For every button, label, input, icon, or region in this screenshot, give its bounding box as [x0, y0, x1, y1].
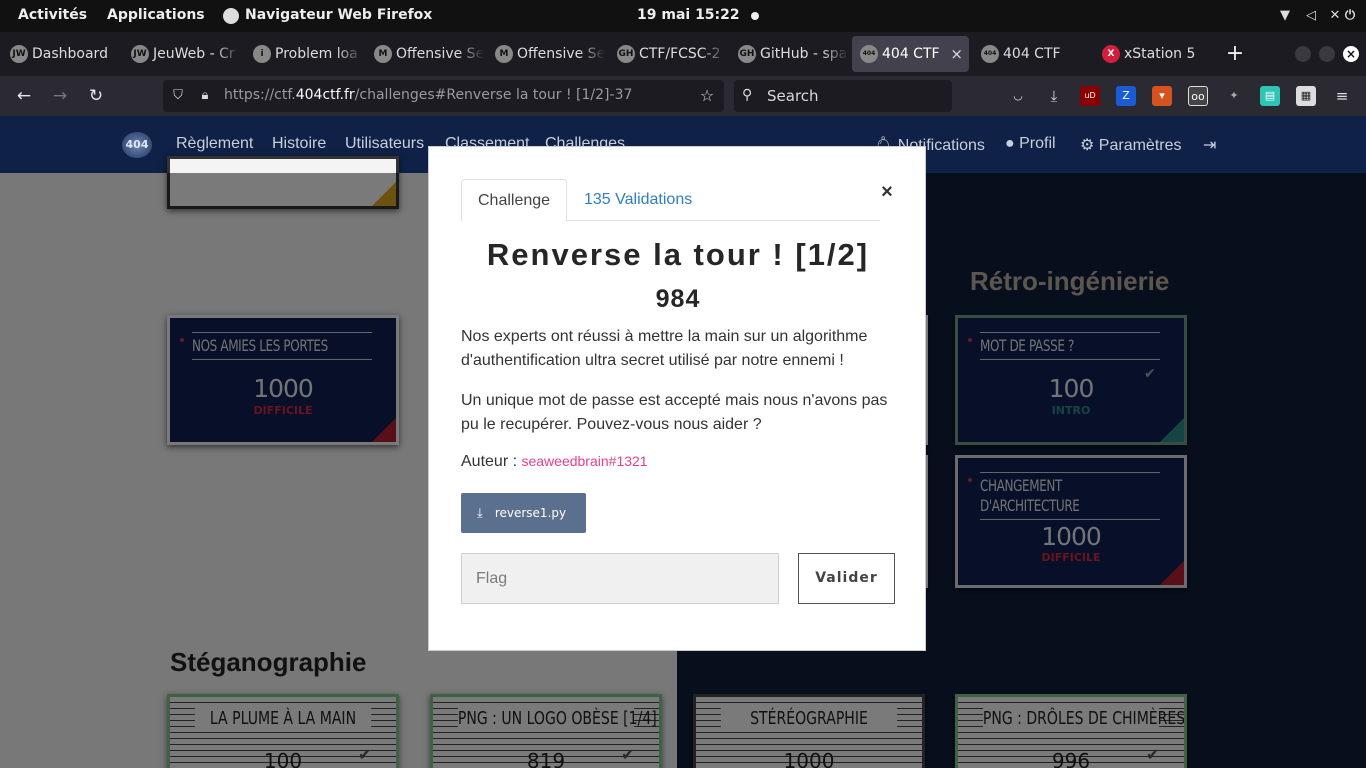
jeuweb-favicon-icon: JW — [10, 45, 28, 63]
tab-problem-loading[interactable]: i Problem loa — [245, 36, 363, 72]
minimize-button[interactable] — [1295, 46, 1311, 62]
tab-label: Dashboard — [32, 46, 108, 62]
extension-z-icon[interactable]: Z — [1116, 86, 1136, 106]
tab-offensive-security-2[interactable]: M Offensive Se — [487, 36, 605, 72]
download-file-button[interactable]: ⤓ reverse1.py — [461, 493, 586, 533]
close-icon[interactable]: × — [878, 181, 896, 203]
tab-validations[interactable]: 135 Validations — [568, 179, 708, 221]
tab-404ctf-active[interactable]: 404 404 CTF × — [852, 36, 969, 72]
404ctf-favicon-icon: 404 — [860, 45, 878, 63]
url-bar[interactable]: ⛉ 🔒︎ https://ctf.404ctf.fr/challenges#Re… — [163, 80, 724, 112]
back-icon[interactable]: ← — [12, 84, 36, 108]
tab-xstation[interactable]: X xStation 5 — [1094, 36, 1212, 72]
nav-reglement[interactable]: Règlement — [176, 135, 253, 153]
lock-icon[interactable]: 🔒︎ — [196, 87, 214, 105]
clock[interactable]: 19 mai 15:22 — [637, 7, 740, 23]
ublock-icon[interactable]: uD — [1080, 86, 1100, 106]
challenge-description-2: Un unique mot de passe est accepté mais … — [461, 392, 888, 433]
tab-label: 404 CTF — [1003, 46, 1061, 62]
app-name-menu[interactable]: Navigateur Web Firefox — [245, 7, 432, 23]
extension-puzzle-icon[interactable]: ✦ — [1224, 86, 1244, 106]
info-icon: i — [253, 45, 271, 63]
search-input[interactable]: Search — [767, 87, 819, 105]
power-icon[interactable]: ⏻ — [1342, 8, 1358, 24]
tab-ctf-fcsc[interactable]: GH CTF/FCSC-2 — [609, 36, 727, 72]
logout-icon[interactable]: ⇥ — [1203, 135, 1216, 155]
wifi-icon[interactable]: ▼ — [1277, 8, 1293, 24]
tab-dashboard[interactable]: JW Dashboard — [2, 36, 120, 72]
user-icon: ● — [1005, 135, 1020, 152]
modal-tabs: Challenge 135 Validations — [461, 179, 880, 222]
tab-label: 404 CTF — [882, 46, 940, 62]
gnome-top-bar: Activités Applications Navigateur Web Fi… — [0, 0, 1366, 32]
nav-utilisateurs[interactable]: Utilisateurs — [345, 135, 424, 153]
notification-dot — [751, 12, 759, 20]
extension-mask-icon[interactable]: oo — [1188, 86, 1208, 106]
challenge-description-1: Nos experts ont réussi à mettre la main … — [461, 328, 868, 369]
404ctf-favicon-icon: 404 — [981, 45, 999, 63]
firefox-icon — [223, 8, 239, 24]
microphone-muted-icon[interactable]: ✕ — [1327, 8, 1343, 24]
download-icon[interactable]: ⤓ — [1044, 86, 1064, 106]
close-window-button[interactable]: × — [1343, 46, 1359, 62]
applications-menu[interactable]: Applications — [107, 7, 205, 23]
challenge-title: Renverse la tour ! [1/2] — [486, 237, 870, 272]
tab-404ctf[interactable]: 404 404 CTF — [973, 36, 1091, 72]
reload-icon[interactable]: ↻ — [84, 84, 108, 108]
offensive-security-favicon-icon: M — [374, 45, 392, 63]
shield-icon[interactable]: ⛉ — [169, 87, 187, 105]
activities-button[interactable]: Activités — [18, 7, 87, 23]
offensive-security-favicon-icon: M — [495, 45, 513, 63]
challenge-points: 984 — [655, 285, 701, 313]
download-icon: ⤓ — [477, 506, 483, 521]
navigation-toolbar: ← → ↻ ⛉ 🔒︎ https://ctf.404ctf.fr/challen… — [0, 76, 1366, 116]
forward-icon[interactable]: → — [48, 84, 72, 108]
url-text[interactable]: https://ctf.404ctf.fr/challenges#Renvers… — [224, 87, 632, 103]
volume-muted-icon[interactable]: ◁ — [1303, 8, 1319, 24]
site-logo[interactable]: 404 — [122, 132, 152, 158]
nav-parametres[interactable]: ⚙ Paramètres — [1080, 135, 1182, 155]
tab-strip: JW Dashboard JW JeuWeb - Cr i Problem lo… — [0, 32, 1366, 76]
github-favicon-icon: GH — [617, 45, 635, 63]
tab-offensive-security-1[interactable]: M Offensive Se — [366, 36, 484, 72]
hamburger-menu-icon[interactable]: ≡ — [1332, 86, 1352, 106]
challenge-modal: Challenge 135 Validations × Renverse la … — [428, 146, 926, 651]
nav-histoire[interactable]: Histoire — [272, 135, 326, 153]
tab-label: xStation 5 — [1124, 46, 1196, 62]
tab-jeuweb[interactable]: JW JeuWeb - Cr — [123, 36, 241, 72]
github-favicon-icon: GH — [738, 45, 756, 63]
tab-challenge[interactable]: Challenge — [461, 179, 568, 222]
author-name: seaweedbrain#1321 — [521, 453, 648, 469]
search-bar[interactable]: ⚲ Search — [734, 80, 952, 112]
cogs-icon: ⚙ — [1080, 137, 1099, 154]
challenge-author: Auteur : seaweedbrain#1321 — [461, 453, 648, 470]
new-tab-button[interactable]: + — [1222, 40, 1248, 68]
extension-fox-icon[interactable]: ▾ — [1152, 86, 1172, 106]
bookmark-star-icon[interactable]: ☆ — [698, 87, 716, 105]
maximize-button[interactable] — [1319, 46, 1335, 62]
tab-github[interactable]: GH GitHub - spa — [730, 36, 848, 72]
search-icon: ⚲ — [742, 87, 753, 103]
qr-code-icon[interactable]: ▦ — [1296, 86, 1316, 106]
jeuweb-favicon-icon: JW — [131, 45, 149, 63]
nav-profil[interactable]: ● Profil — [1005, 135, 1056, 153]
extension-save-icon[interactable]: ▤ — [1260, 86, 1280, 106]
xstation-favicon-icon: X — [1102, 45, 1120, 63]
submit-button[interactable]: Valider — [798, 553, 895, 604]
tab-close-icon[interactable]: × — [950, 36, 963, 72]
pocket-icon[interactable]: ◡ — [1008, 86, 1028, 106]
flag-input[interactable]: Flag — [461, 553, 779, 604]
